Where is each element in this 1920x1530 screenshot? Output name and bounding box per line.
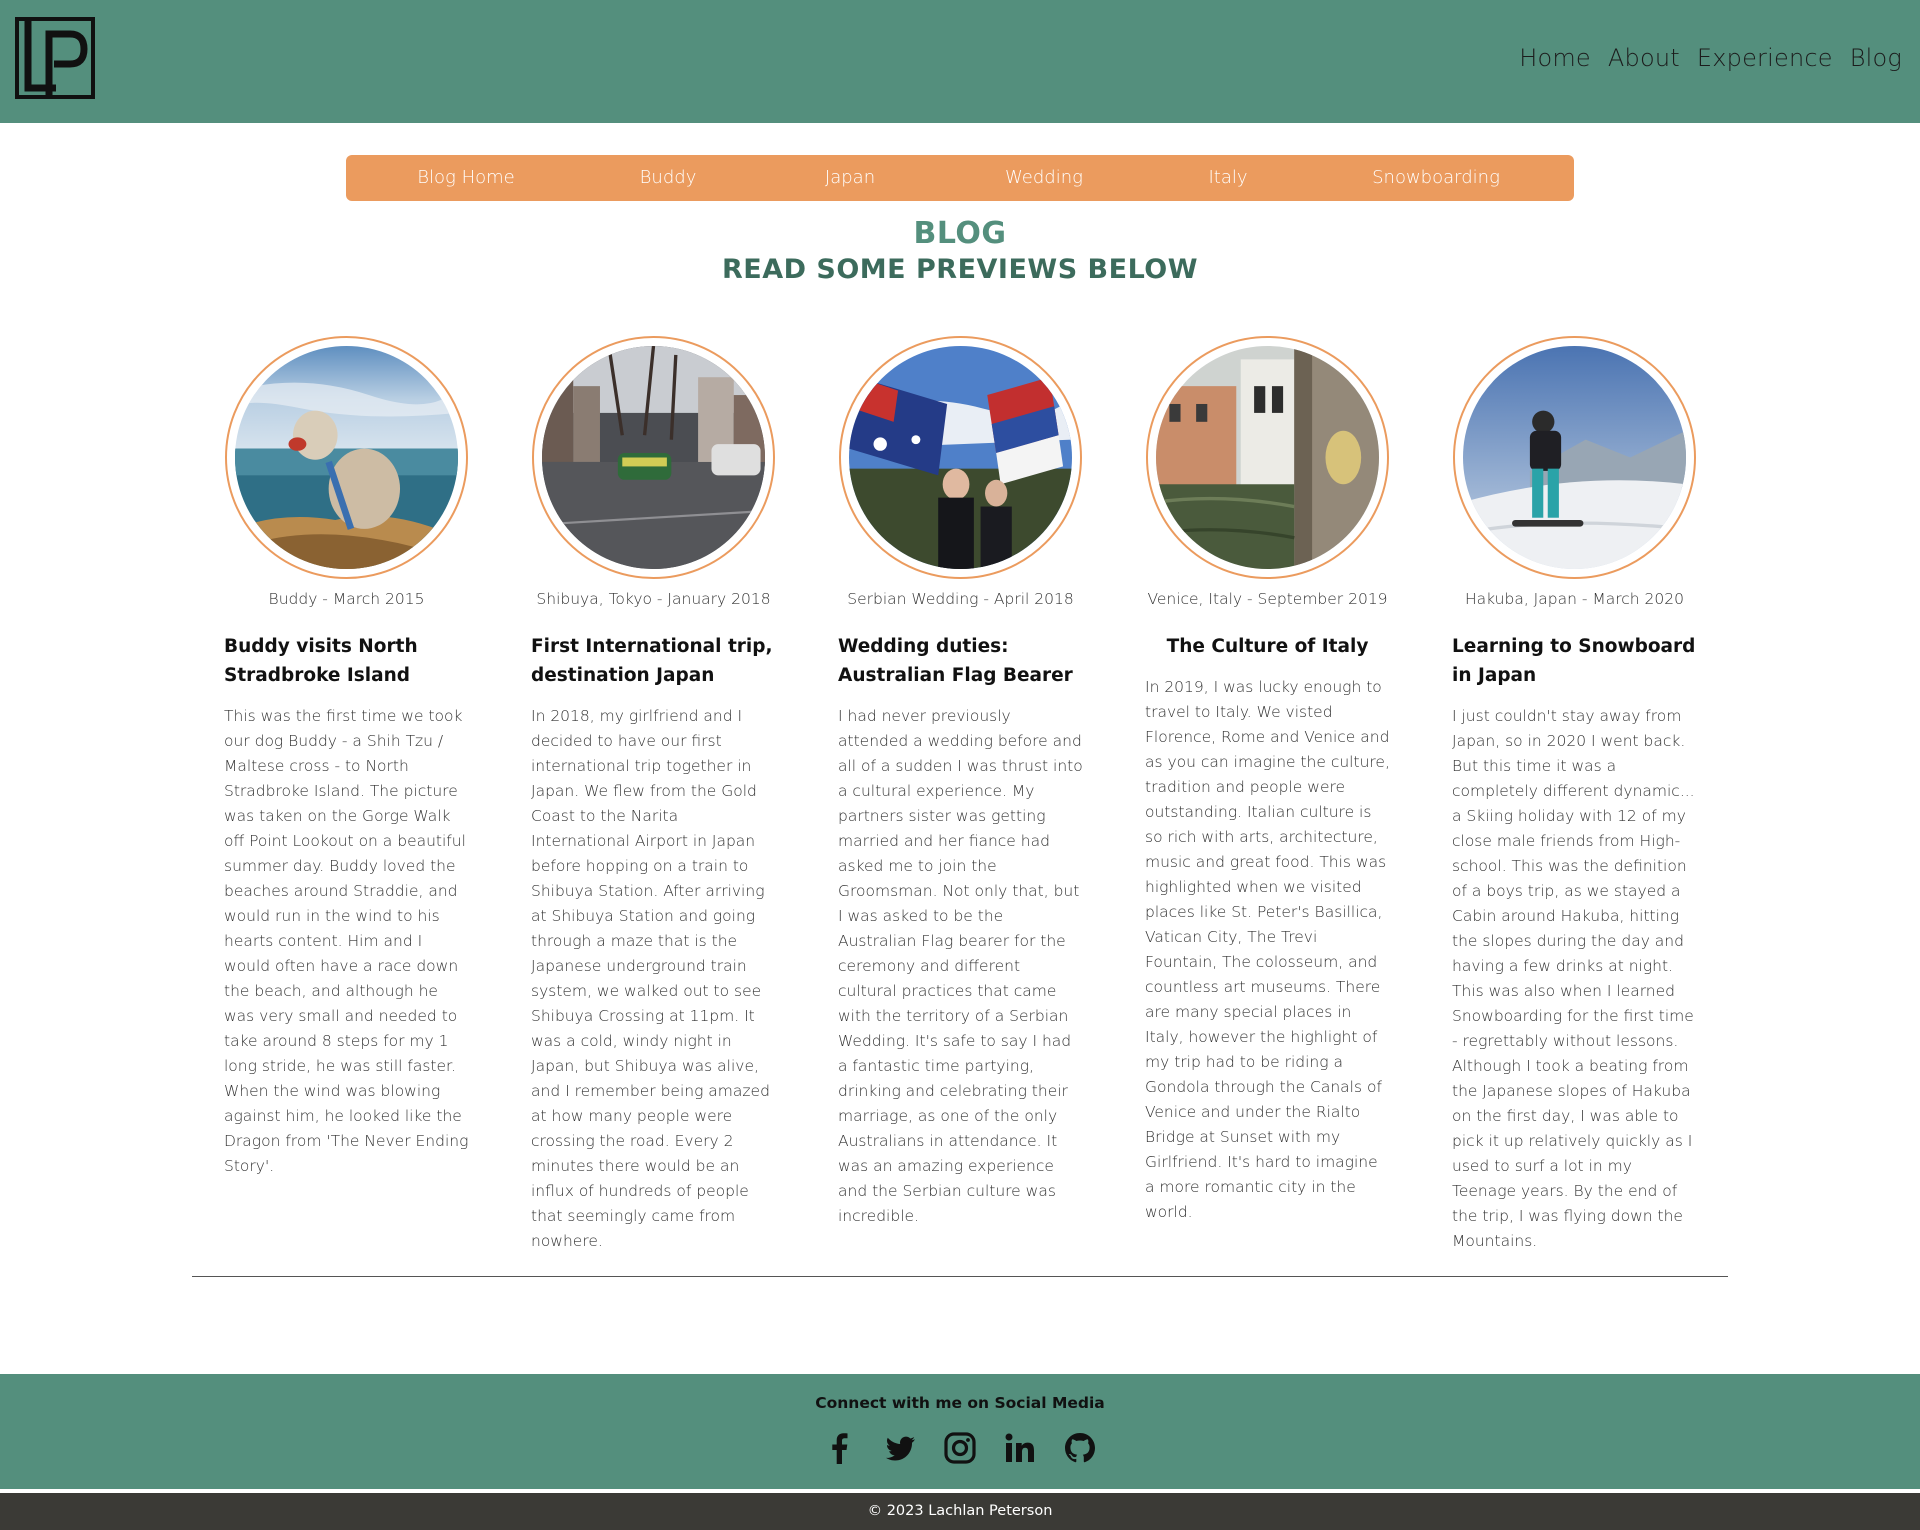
blog-card-buddy[interactable]: Buddy - March 2015 Buddy visits North St… bbox=[224, 336, 469, 1179]
github-link[interactable] bbox=[1062, 1430, 1098, 1466]
linkedin-link[interactable] bbox=[1002, 1430, 1038, 1466]
hakuba-photo-image bbox=[1463, 346, 1686, 569]
lp-logo-icon bbox=[15, 17, 95, 99]
footer-title: Connect with me on Social Media bbox=[815, 1394, 1105, 1412]
card-title[interactable]: Wedding duties: Australian Flag Bearer bbox=[838, 632, 1083, 690]
blog-nav-wedding[interactable]: Wedding bbox=[1005, 155, 1083, 201]
blog-card-wedding[interactable]: Serbian Wedding - April 2018 Wedding dut… bbox=[838, 336, 1083, 1229]
card-text: I just couldn't stay away from Japan, so… bbox=[1452, 707, 1695, 1250]
nav-experience[interactable]: Experience bbox=[1697, 44, 1833, 72]
social-links bbox=[0, 1430, 1920, 1466]
linkedin-icon bbox=[1005, 1433, 1034, 1462]
site-header: Home About Experience Blog bbox=[0, 0, 1920, 123]
hakuba-photo bbox=[1463, 346, 1686, 569]
card-text: In 2018, my girlfriend and I decided to … bbox=[531, 707, 770, 1250]
blog-nav-italy[interactable]: Italy bbox=[1208, 155, 1247, 201]
nav-blog[interactable]: Blog bbox=[1850, 44, 1902, 72]
card-caption: Serbian Wedding - April 2018 bbox=[847, 590, 1074, 608]
venice-photo bbox=[1156, 346, 1379, 569]
blog-card-snowboarding[interactable]: Hakuba, Japan - March 2020 Learning to S… bbox=[1452, 336, 1697, 1254]
venice-photo-image bbox=[1156, 346, 1379, 569]
card-text: This was the first time we took our dog … bbox=[224, 707, 469, 1175]
card-title[interactable]: Buddy visits North Stradbroke Island bbox=[224, 632, 469, 690]
photo-frame bbox=[532, 336, 775, 579]
page-subtitle: READ SOME PREVIEWS BELOW bbox=[721, 254, 1199, 285]
card-title[interactable]: Learning to Snowboard in Japan bbox=[1452, 632, 1697, 690]
blog-nav-snowboarding[interactable]: Snowboarding bbox=[1372, 155, 1500, 201]
twitter-link[interactable] bbox=[882, 1430, 918, 1466]
buddy-photo-image bbox=[235, 346, 458, 569]
card-caption: Buddy - March 2015 bbox=[268, 590, 425, 608]
wedding-photo-image bbox=[849, 346, 1072, 569]
photo-frame bbox=[839, 336, 1082, 579]
photo-frame bbox=[1453, 336, 1696, 579]
card-caption: Venice, Italy - September 2019 bbox=[1147, 590, 1388, 608]
blog-nav-buddy[interactable]: Buddy bbox=[640, 155, 697, 201]
buddy-photo bbox=[235, 346, 458, 569]
blog-subnav: Blog Home Buddy Japan Wedding Italy Snow… bbox=[346, 155, 1574, 201]
card-caption: Shibuya, Tokyo - January 2018 bbox=[536, 590, 771, 608]
github-icon bbox=[1065, 1433, 1095, 1463]
section-divider bbox=[192, 1276, 1728, 1277]
wedding-photo bbox=[849, 346, 1072, 569]
instagram-link[interactable] bbox=[942, 1430, 978, 1466]
shibuya-photo bbox=[542, 346, 765, 569]
blog-nav-japan[interactable]: Japan bbox=[825, 155, 875, 201]
photo-frame bbox=[225, 336, 468, 579]
card-text: I had never previously attended a weddin… bbox=[838, 707, 1083, 1225]
nav-about[interactable]: About bbox=[1608, 44, 1680, 72]
copyright: © 2023 Lachlan Peterson bbox=[0, 1493, 1920, 1530]
card-title[interactable]: The Culture of Italy bbox=[1145, 632, 1390, 661]
main-nav: Home About Experience Blog bbox=[1519, 44, 1902, 72]
blog-card-italy[interactable]: Venice, Italy - September 2019 The Cultu… bbox=[1145, 336, 1390, 1225]
card-title[interactable]: First International trip, destination Ja… bbox=[531, 632, 776, 690]
card-text: In 2019, I was lucky enough to travel to… bbox=[1145, 678, 1390, 1221]
blog-nav-home[interactable]: Blog Home bbox=[417, 155, 514, 201]
card-caption: Hakuba, Japan - March 2020 bbox=[1465, 590, 1684, 608]
instagram-icon bbox=[944, 1432, 976, 1464]
blog-card-japan[interactable]: Shibuya, Tokyo - January 2018 First Inte… bbox=[531, 336, 776, 1254]
photo-frame bbox=[1146, 336, 1389, 579]
site-footer: Connect with me on Social Media bbox=[0, 1374, 1920, 1489]
page-title: BLOG bbox=[913, 216, 1007, 251]
shibuya-photo-image bbox=[542, 346, 765, 569]
facebook-icon bbox=[832, 1433, 848, 1464]
lp-logo[interactable] bbox=[14, 16, 96, 100]
twitter-icon bbox=[885, 1436, 915, 1461]
facebook-link[interactable] bbox=[822, 1430, 858, 1466]
nav-home[interactable]: Home bbox=[1519, 44, 1591, 72]
